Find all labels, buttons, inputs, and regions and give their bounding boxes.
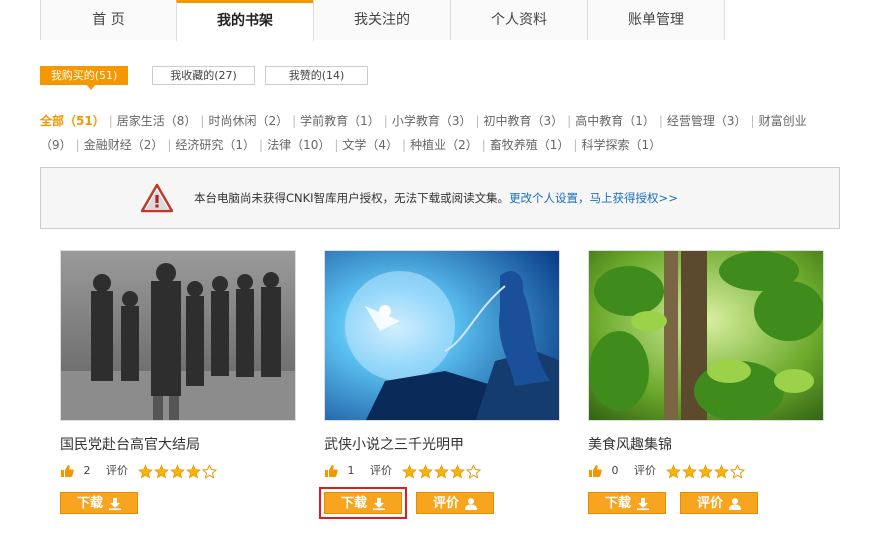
star-rating[interactable] [137, 462, 218, 480]
book-title[interactable]: 美食风趣集锦 [588, 434, 672, 454]
top-nav: 首 页 我的书架 我关注的 个人资料 账单管理 [40, 0, 871, 41]
category-item[interactable]: 科学探索（1） [581, 138, 661, 152]
star-rating[interactable] [401, 462, 482, 480]
book-card: 武侠小说之三千光明甲 1 评价 下载 评价 [319, 250, 564, 519]
star-rating[interactable] [665, 462, 746, 480]
book-cover-image[interactable] [324, 250, 560, 421]
download-button[interactable]: 下载 [60, 492, 138, 514]
star-icon [137, 463, 153, 478]
category-item[interactable]: 学前教育（1） [300, 114, 380, 128]
like-count: 0 [611, 464, 619, 477]
review-button[interactable]: 评价 [680, 492, 758, 514]
rating-label: 评价 [106, 464, 128, 477]
category-item[interactable]: 经营管理（3） [667, 114, 747, 128]
user-icon [729, 497, 741, 510]
authorization-notice: 本台电脑尚未获得CNKI智库用户授权，无法下载或阅读文集。更改个人设置，马上获得… [40, 167, 840, 229]
rating-label: 评价 [634, 464, 656, 477]
book-meta: 1 评价 [324, 462, 482, 480]
book-title[interactable]: 国民党赴台高官大结局 [60, 434, 200, 454]
thumbs-up-icon[interactable] [588, 464, 602, 478]
download-label: 下载 [604, 496, 631, 511]
tab-billing[interactable]: 账单管理 [587, 0, 725, 40]
star-empty-icon [729, 463, 745, 479]
book-meta: 0 评价 [588, 462, 746, 480]
tab-following[interactable]: 我关注的 [313, 0, 451, 40]
star-icon [401, 463, 417, 478]
star-icon [417, 463, 433, 478]
book-cover-image[interactable] [60, 250, 296, 421]
review-button[interactable]: 评价 [416, 492, 494, 514]
category-item[interactable]: 时尚休闲（2） [208, 114, 288, 128]
review-label: 评价 [432, 496, 459, 511]
book-cover-image[interactable] [588, 250, 824, 421]
star-icon [433, 463, 449, 478]
subtab-liked[interactable]: 我赞的(14) [265, 66, 368, 85]
subtab-purchased[interactable]: 我购买的(51) [40, 66, 128, 90]
book-title[interactable]: 武侠小说之三千光明甲 [324, 434, 464, 454]
highlight-box [319, 487, 407, 519]
category-item[interactable]: 畜牧养殖（1） [490, 138, 570, 152]
category-item[interactable]: 金融财经（2） [84, 138, 164, 152]
category-item[interactable]: 居家生活（8） [117, 114, 197, 128]
star-icon [153, 463, 169, 478]
download-icon [109, 497, 121, 510]
tab-home[interactable]: 首 页 [40, 0, 177, 40]
category-item[interactable]: 高中教育（1） [575, 114, 655, 128]
category-item[interactable]: 经济研究（1） [175, 138, 255, 152]
thumbs-up-icon[interactable] [60, 464, 74, 478]
user-icon [465, 497, 477, 510]
warning-icon [141, 183, 173, 213]
star-icon [185, 463, 201, 478]
star-empty-icon [465, 463, 481, 479]
tab-my-bookshelf[interactable]: 我的书架 [176, 0, 314, 41]
notice-text: 本台电脑尚未获得CNKI智库用户授权，无法下载或阅读文集。 [194, 191, 510, 205]
star-icon [713, 463, 729, 478]
authorize-link[interactable]: 更改个人设置，马上获得授权>> [509, 191, 678, 205]
category-item[interactable]: 文学（4） [342, 138, 398, 152]
tab-profile[interactable]: 个人资料 [450, 0, 588, 40]
star-icon [681, 463, 697, 478]
book-meta: 2 评价 [60, 462, 218, 480]
thumbs-up-icon[interactable] [324, 464, 338, 478]
category-item[interactable]: 种植业（2） [410, 138, 478, 152]
star-icon [697, 463, 713, 478]
category-filter: 全部（51） | 居家生活（8） | 时尚休闲（2） | 学前教育（1） | 小学教育（3） | 初… [40, 114, 807, 152]
category-item[interactable]: 初中教育（3） [484, 114, 564, 128]
star-empty-icon [201, 463, 217, 479]
download-icon [637, 497, 649, 510]
review-label: 评价 [696, 496, 723, 511]
category-all[interactable]: 全部（51） [40, 114, 105, 128]
star-icon [665, 463, 681, 478]
like-count: 2 [83, 464, 91, 477]
download-label: 下载 [76, 496, 103, 511]
category-item[interactable]: 小学教育（3） [392, 114, 472, 128]
category-item[interactable]: 法律（10） [267, 138, 330, 152]
subtab-favorites[interactable]: 我收藏的(27) [152, 66, 255, 85]
book-card: 美食风趣集锦 0 评价 下载 评价 [588, 250, 828, 514]
like-count: 1 [347, 464, 355, 477]
rating-label: 评价 [370, 464, 392, 477]
tab-filler [724, 0, 871, 40]
book-card: 国民党赴台高官大结局 2 评价 下载 [60, 250, 300, 514]
star-icon [169, 463, 185, 478]
download-button[interactable]: 下载 [588, 492, 666, 514]
star-icon [449, 463, 465, 478]
